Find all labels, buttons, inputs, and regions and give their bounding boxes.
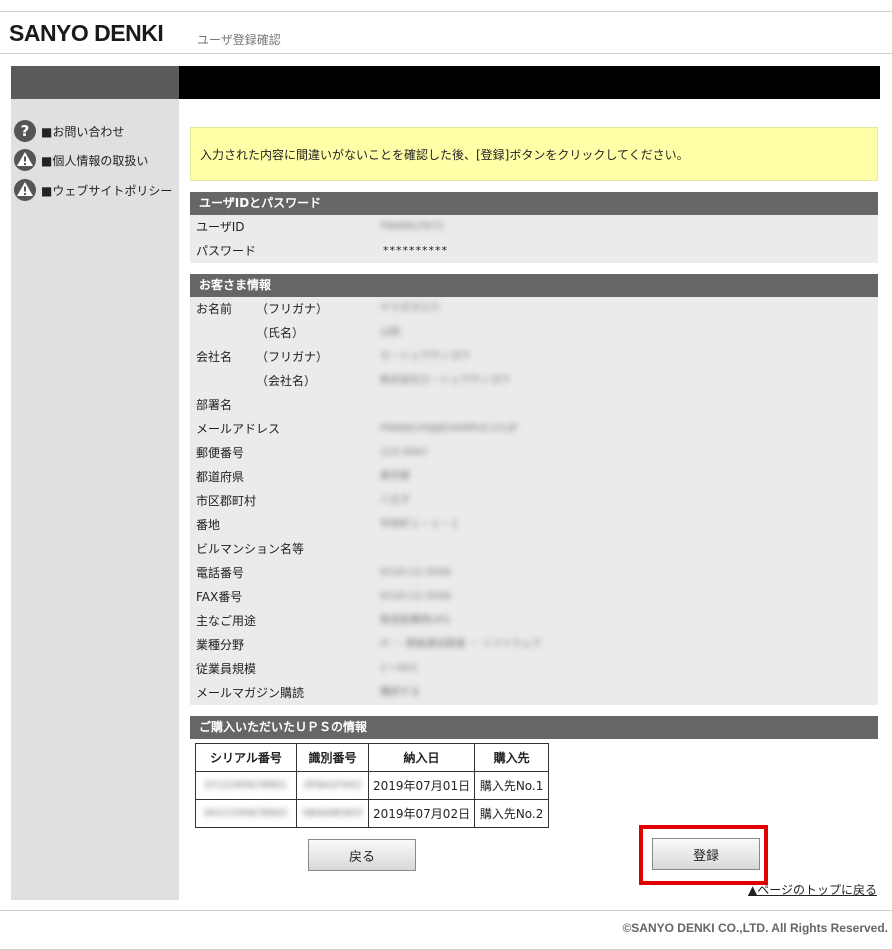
column-header-id: 識別番号: [296, 743, 369, 772]
section-header-ups: ご購入いただいたＵＰＳの情報: [190, 716, 878, 739]
field-label-password: パスワード: [196, 244, 257, 258]
field-value-newsletter: 購読する: [380, 687, 420, 698]
field-value-address: 中央町１－１－１: [380, 519, 460, 530]
warning-icon: [11, 177, 39, 203]
cell-id: 0B4A0E4D3: [296, 799, 369, 828]
field-label-fax: FAX番号: [196, 590, 243, 604]
field-label-building: ビルマンション名等: [196, 542, 305, 556]
warning-icon: [11, 147, 39, 173]
field-value-phone: 0120-12-3456: [380, 567, 451, 578]
section-header-account: ユーザIDとパスワード: [190, 192, 878, 215]
table-row: SH12345678902 0B4A0E4D3 2019年07月02日 購入先N…: [195, 799, 550, 828]
field-value-employees: 1～49人: [380, 663, 420, 674]
table-row: SY12345678901 0F8A1F443 2019年07月01日 購入先N…: [195, 771, 550, 800]
field-label-user-id: ユーザID: [196, 220, 245, 234]
footer: ©SANYO DENKI CO.,LTD. All Rights Reserve…: [0, 910, 892, 950]
field-value-password: **********: [383, 244, 448, 257]
field-label-usage: 主なご用途: [196, 614, 257, 628]
field-value-prefecture: 東京都: [380, 471, 410, 482]
section-header-customer: お客さま情報: [190, 274, 878, 297]
field-value-city: 八王子: [380, 495, 410, 506]
field-value-postal: 123-4567: [380, 447, 429, 458]
field-label-address: 番地: [196, 518, 221, 532]
column-header-delivery-date: 納入日: [367, 743, 476, 772]
page-top-link[interactable]: ▲ページのトップに戻る: [748, 881, 877, 898]
sidebar-header-bar: [11, 66, 179, 99]
logo[interactable]: SANYO DENKI: [9, 20, 164, 47]
sidebar-item-label: ■ウェブサイトポリシー: [41, 183, 173, 198]
section-body-customer: お名前 （フリガナ） ヤマダタロウ （氏名） 山田 会社名 （フリガナ） カ－シ…: [190, 297, 878, 705]
field-label-prefecture: 都道府県: [196, 470, 245, 484]
copyright: ©SANYO DENKI CO.,LTD. All Rights Reserve…: [622, 921, 888, 935]
back-button[interactable]: 戻る: [308, 839, 416, 871]
field-sublabel-name-kana: （フリガナ）: [256, 302, 329, 316]
main-header-bar: [179, 66, 880, 99]
field-value-fax: 0120-12-3456: [380, 591, 451, 602]
field-value-name-full: 山田: [380, 327, 400, 338]
field-value-industry: IT ・ 情報通信関連 ・ ソフトウェア: [380, 639, 542, 650]
field-label-phone: 電話番号: [196, 566, 245, 580]
field-sublabel-company-kana: （フリガナ）: [256, 350, 329, 364]
field-value-user-id: FRANKLYN72: [380, 221, 444, 232]
sidebar-item-label: ■個人情報の取扱い: [41, 153, 149, 168]
table-header-row: シリアル番号 識別番号 納入日 購入先: [195, 743, 550, 772]
header: SANYO DENKI ユーザ登録確認: [0, 12, 892, 54]
field-label-company: 会社名: [196, 350, 233, 364]
instruction-notice: 入力された内容に間違いがないことを確認した後、[登録]ボタンをクリックしてくださ…: [190, 127, 878, 181]
page-title: ユーザ登録確認: [197, 33, 281, 47]
register-button[interactable]: 登録: [652, 838, 760, 870]
cell-delivery-date: 2019年07月02日: [367, 799, 476, 828]
field-label-city: 市区郡町村: [196, 494, 257, 508]
field-value-usage: 製造設備用UPS: [380, 615, 450, 626]
column-header-serial: シリアル番号: [195, 743, 297, 772]
field-value-name-kana: ヤマダタロウ: [380, 303, 440, 314]
cell-id: 0F8A1F443: [296, 771, 369, 800]
ups-table: シリアル番号 識別番号 納入日 購入先 SY12345678901 0F8A1F…: [195, 743, 550, 828]
cell-serial: SY12345678901: [195, 771, 297, 800]
main-content: 入力された内容に間違いがないことを確認した後、[登録]ボタンをクリックしてくださ…: [179, 66, 880, 900]
field-label-newsletter: メールマガジン購読: [196, 686, 305, 700]
field-value-email: FRANKLYN@EXAMPLE.CO.JP: [380, 423, 518, 434]
sidebar-item-label: ■お問い合わせ: [41, 124, 125, 139]
field-label-industry: 業種分野: [196, 638, 245, 652]
cell-serial: SH12345678902: [195, 799, 297, 828]
field-label-employees: 従業員規模: [196, 662, 257, 676]
field-label-postal: 郵便番号: [196, 446, 245, 460]
field-label-name: お名前: [196, 302, 233, 316]
field-sublabel-name-full: （氏名）: [256, 326, 305, 340]
field-label-department: 部署名: [196, 398, 233, 412]
cell-delivery-date: 2019年07月01日: [367, 771, 476, 800]
field-value-company-kana: カ－シュウサンヨウ: [380, 351, 470, 362]
sidebar-item-privacy[interactable]: ■個人情報の取扱い: [11, 147, 148, 173]
svg-text:?: ?: [21, 122, 30, 140]
column-header-vendor: 購入先: [474, 743, 550, 772]
sidebar-item-policy[interactable]: ■ウェブサイトポリシー: [11, 177, 172, 203]
section-body-account: ユーザID FRANKLYN72 パスワード **********: [190, 215, 878, 263]
cell-vendor: 購入先No.2: [474, 799, 550, 828]
question-icon: ?: [11, 118, 39, 144]
field-label-email: メールアドレス: [196, 422, 281, 436]
sidebar: ? ■お問い合わせ ■個人情報の取扱い ■ウェブサイトポリシー: [11, 66, 179, 900]
field-sublabel-company-name: （会社名）: [256, 374, 317, 388]
sidebar-item-contact[interactable]: ? ■お問い合わせ: [11, 118, 124, 144]
field-value-company-name: 株式会社カ－シュウサンヨウ: [380, 375, 510, 386]
cell-vendor: 購入先No.1: [474, 771, 550, 800]
